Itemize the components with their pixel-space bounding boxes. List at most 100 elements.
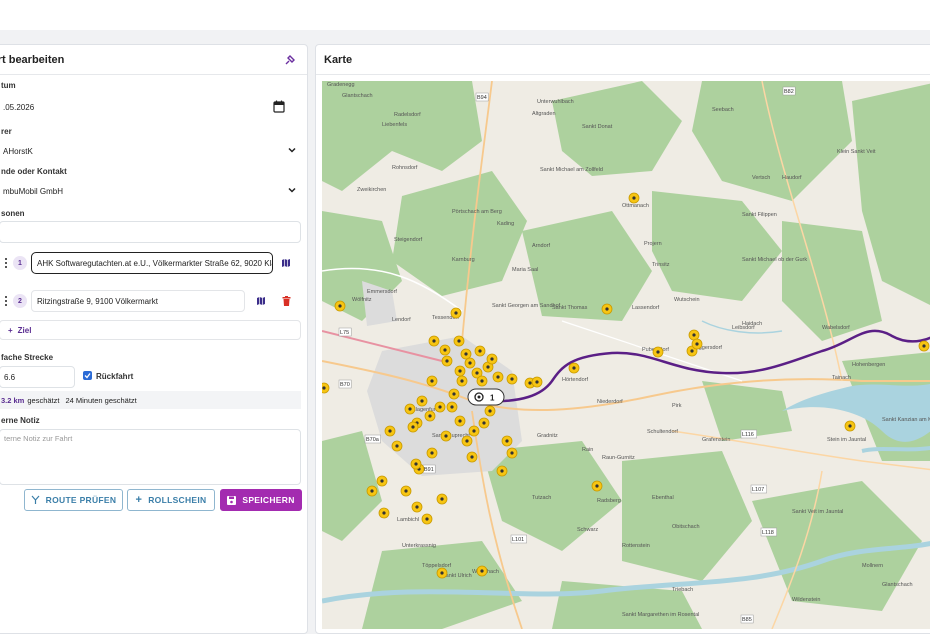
poi-marker[interactable] <box>844 420 856 432</box>
poi-marker[interactable] <box>434 401 446 413</box>
place-label: Unterwuhlbach <box>537 99 574 105</box>
poi-marker[interactable] <box>466 451 478 463</box>
date-value: .05.2026 <box>3 102 35 112</box>
panel-title: Karte <box>324 53 353 66</box>
poi-marker[interactable] <box>448 388 460 400</box>
place-label: Radelsdorf <box>394 112 421 118</box>
poi-marker[interactable] <box>436 493 448 505</box>
poi-marker[interactable] <box>484 405 496 417</box>
poi-marker[interactable] <box>322 382 330 394</box>
poi-marker[interactable] <box>426 447 438 459</box>
distance-input[interactable]: 6.6 <box>0 366 75 388</box>
stop-address-input[interactable]: Ritzingstraße 9, 9100 Völkermarkt <box>31 290 245 312</box>
poi-marker[interactable] <box>506 373 518 385</box>
poi-marker[interactable] <box>501 435 513 447</box>
poi-marker[interactable] <box>476 565 488 577</box>
delete-stop-button[interactable] <box>277 292 295 310</box>
customer-select[interactable]: mbuMobil GmbH <box>0 180 301 202</box>
poi-marker[interactable] <box>601 303 613 315</box>
poi-marker[interactable] <box>453 335 465 347</box>
poi-marker[interactable] <box>421 513 433 525</box>
poi-marker[interactable] <box>464 357 476 369</box>
map-canvas[interactable]: Gradenegg Glantschach Radelsdorf Liebenfels… <box>322 81 930 629</box>
poi-marker[interactable] <box>439 344 451 356</box>
rollschein-button[interactable]: + ROLLSCHEIN <box>127 489 215 511</box>
poi-marker[interactable] <box>334 300 346 312</box>
note-textarea[interactable]: terne Notiz zur Fahrt <box>0 429 301 485</box>
poi-marker[interactable] <box>492 371 504 383</box>
check-route-button[interactable]: ROUTE PRÜFEN <box>24 489 123 511</box>
map-pick-button[interactable] <box>277 254 295 272</box>
poi-marker[interactable] <box>446 401 458 413</box>
poi-marker[interactable] <box>376 475 388 487</box>
place-label: Lambichl <box>397 517 419 523</box>
map-svg[interactable]: Gradenegg Glantschach Radelsdorf Liebenfels… <box>322 81 930 629</box>
poi-marker[interactable] <box>436 567 448 579</box>
stop-number: 1 <box>13 256 27 270</box>
date-label: tum <box>1 81 16 90</box>
poi-marker[interactable] <box>454 365 466 377</box>
poi-marker[interactable] <box>486 353 498 365</box>
persons-input[interactable] <box>0 221 301 243</box>
poi-marker[interactable] <box>428 335 440 347</box>
road-label: B94 <box>477 95 487 101</box>
poi-marker[interactable] <box>411 501 423 513</box>
save-label: SPEICHERN <box>242 495 295 505</box>
place-label: Rottenstein <box>622 543 650 549</box>
poi-marker[interactable] <box>400 485 412 497</box>
route-estimate: 3.2 km geschätzt 24 Minuten geschätzt <box>0 391 301 409</box>
driver-label: rer <box>1 127 12 136</box>
poi-marker[interactable] <box>468 425 480 437</box>
calendar-icon[interactable] <box>273 100 285 113</box>
poi-marker[interactable] <box>652 346 664 358</box>
poi-marker[interactable] <box>918 340 930 352</box>
poi-marker[interactable] <box>531 376 543 388</box>
poi-marker[interactable] <box>410 458 422 470</box>
map-icon <box>282 259 290 267</box>
add-destination-button[interactable]: + Ziel <box>0 320 301 340</box>
poi-marker[interactable] <box>591 480 603 492</box>
map-icon <box>257 297 265 305</box>
pin-icon[interactable] <box>283 53 297 67</box>
poi-marker[interactable] <box>688 329 700 341</box>
place-label: Töppelsdorf <box>422 563 452 569</box>
poi-marker[interactable] <box>461 435 473 447</box>
poi-marker[interactable] <box>476 375 488 387</box>
poi-marker[interactable] <box>691 338 703 350</box>
stop-address-input[interactable]: AHK Softwaregutachten.at e.U., Völkermar… <box>31 252 273 274</box>
poi-marker[interactable] <box>407 421 419 433</box>
return-checkbox[interactable] <box>83 371 92 380</box>
poi-marker[interactable] <box>628 192 640 204</box>
save-button[interactable]: SPEICHERN <box>220 489 302 511</box>
check-route-label: ROUTE PRÜFEN <box>45 495 117 505</box>
poi-marker[interactable] <box>366 485 378 497</box>
poi-marker[interactable] <box>496 465 508 477</box>
poi-marker[interactable] <box>478 417 490 429</box>
poi-marker[interactable] <box>404 403 416 415</box>
poi-marker[interactable] <box>426 375 438 387</box>
poi-marker[interactable] <box>506 447 518 459</box>
drag-handle-icon[interactable] <box>3 295 9 307</box>
poi-marker[interactable] <box>378 507 390 519</box>
driver-select[interactable]: AHorstK <box>0 140 301 162</box>
route-start-marker[interactable]: 1 <box>467 388 505 406</box>
poi-marker[interactable] <box>568 362 580 374</box>
poi-marker[interactable] <box>456 375 468 387</box>
poi-marker[interactable] <box>424 410 436 422</box>
poi-marker[interactable] <box>474 345 486 357</box>
poi-marker[interactable] <box>384 425 396 437</box>
map-pick-button[interactable] <box>252 292 270 310</box>
drag-handle-icon[interactable] <box>3 257 9 269</box>
poi-marker[interactable] <box>416 395 428 407</box>
place-label: Wabelsdorf <box>822 325 850 331</box>
poi-marker[interactable] <box>440 430 452 442</box>
note-label: erne Notiz <box>1 416 40 425</box>
poi-marker[interactable] <box>450 307 462 319</box>
date-input[interactable]: .05.2026 <box>0 96 291 118</box>
poi-marker[interactable] <box>441 355 453 367</box>
estimate-time: 24 Minuten geschätzt <box>65 395 137 405</box>
poi-marker[interactable] <box>454 415 466 427</box>
place-label: Grafenstein <box>702 437 730 443</box>
poi-marker[interactable] <box>460 348 472 360</box>
poi-marker[interactable] <box>391 440 403 452</box>
